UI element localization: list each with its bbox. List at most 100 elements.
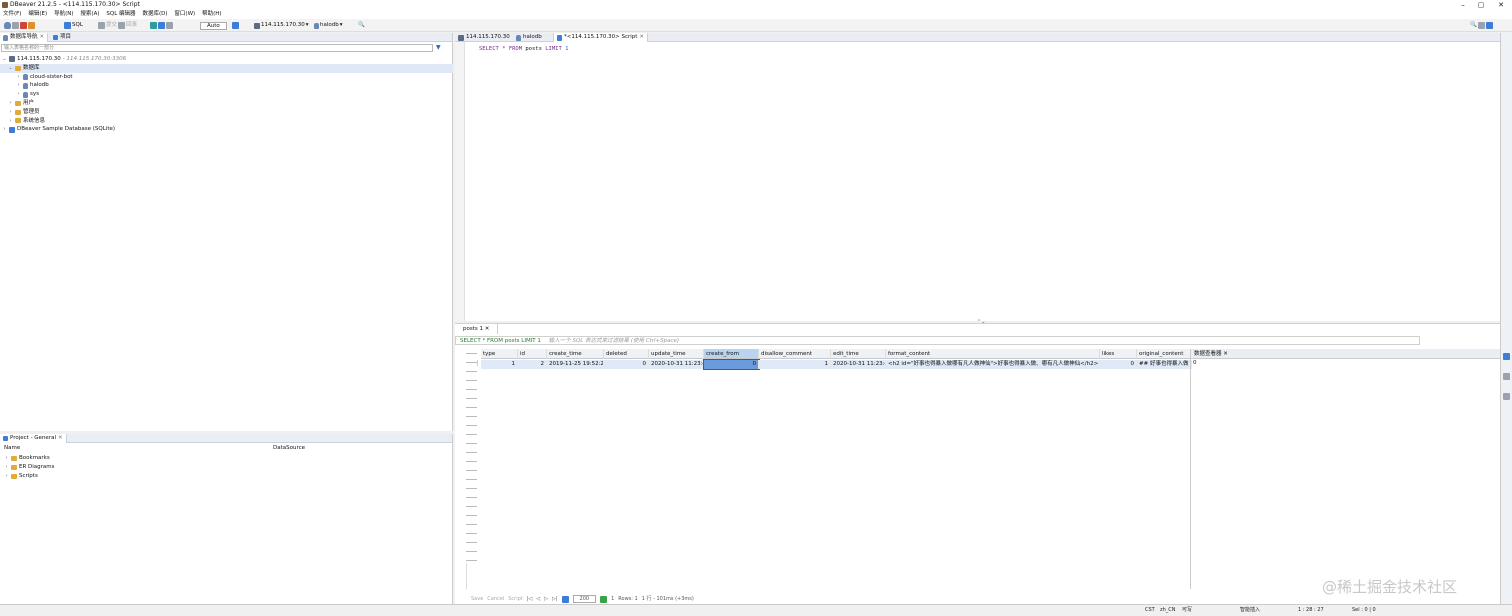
refresh-icon[interactable]	[158, 22, 165, 29]
new-connection-icon[interactable]	[4, 22, 11, 29]
column-header-edit-time[interactable]: edit_time	[831, 349, 886, 359]
tab-database-navigator[interactable]: 数据库导航 ✕	[0, 33, 49, 42]
column-header-disallow-comment[interactable]: disallow_comment	[759, 349, 831, 359]
menu-edit[interactable]: 编辑(E)	[28, 10, 47, 19]
next-page-icon[interactable]: ▷	[544, 594, 548, 604]
save-button[interactable]: Save	[471, 594, 483, 604]
connect-icon[interactable]	[12, 22, 19, 29]
last-page-icon[interactable]: ▷|	[552, 594, 558, 604]
cell-edit-time[interactable]: 2020-10-31 11:23:40	[831, 360, 886, 369]
sql-text[interactable]: SELECT * FROM posts LIMIT 1	[479, 46, 568, 52]
column-header-update-time[interactable]: update_time	[649, 349, 704, 359]
filter-icon[interactable]: ▼	[436, 44, 441, 51]
editor-gutter	[455, 42, 465, 321]
project-item-scripts[interactable]: › Scripts	[4, 473, 38, 479]
rollback-icon[interactable]	[118, 22, 126, 29]
cell-id[interactable]: 2	[518, 360, 547, 369]
sql-button[interactable]: SQL	[72, 21, 83, 30]
column-header-create-time[interactable]: create_time	[547, 349, 604, 359]
cell-deleted[interactable]: 0	[604, 360, 649, 369]
project-item-er-diagrams[interactable]: › ER Diagrams	[4, 464, 55, 470]
menu-search[interactable]: 搜索(A)	[80, 10, 99, 19]
tree-item-db-sys[interactable]: › sys	[0, 90, 453, 99]
properties-icon[interactable]	[1503, 373, 1510, 380]
transaction-mode-icon[interactable]	[150, 22, 157, 29]
results-filter-input[interactable]: SELECT * FROM posts LIMIT 1 输入一个 SQL 表达式…	[455, 336, 1420, 345]
cell-likes[interactable]: 0	[1100, 360, 1137, 369]
cell-create-from[interactable]: 0	[703, 359, 760, 370]
cell-type[interactable]: 1	[481, 360, 518, 369]
fetch-size-input[interactable]: 200	[572, 595, 597, 603]
value-viewer-panel: 数据查看器 ✕ 0	[1190, 349, 1500, 589]
tab-halodb[interactable]: halodb	[513, 33, 545, 42]
tree-item-databases[interactable]: ⌄ 数据库	[0, 63, 453, 73]
prev-page-icon[interactable]: ◁	[536, 594, 540, 604]
maximize-button[interactable]: ▢	[1474, 0, 1488, 10]
tree-item-system-info[interactable]: › 系统信息	[0, 117, 453, 126]
tab-project-general[interactable]: Project - General ✕	[0, 434, 67, 443]
project-panel: Project - General ✕ Name DataSource › Book…	[0, 434, 453, 604]
script-button[interactable]: Script	[508, 594, 523, 604]
sql-editor-icon[interactable]	[64, 22, 71, 29]
navigator-tree: ⌄ 114.115.170.30 - 114.115.170.30:3306 ⌄…	[0, 55, 453, 134]
cell-update-time[interactable]: 2020-10-31 11:23:40	[649, 360, 704, 369]
perspective-icon[interactable]	[1477, 22, 1485, 29]
fetch-size-icon[interactable]	[561, 595, 569, 603]
rollback-button[interactable]: 回滚	[126, 21, 137, 30]
tree-item-users[interactable]: › 用户	[0, 99, 453, 108]
active-database-select[interactable]: halodb	[320, 21, 339, 30]
cell-create-time[interactable]: 2019-11-25 19:52:29	[547, 360, 604, 369]
tab-projects[interactable]: 项目	[50, 33, 74, 42]
transaction-icon[interactable]	[28, 22, 35, 29]
menu-sql-editor[interactable]: SQL 编辑器	[106, 10, 135, 19]
tab-connection[interactable]: 114.115.170.30	[455, 33, 513, 42]
global-search-icon[interactable]: 🔍	[1470, 21, 1477, 30]
database-perspective-icon[interactable]	[1485, 22, 1493, 29]
tree-item-db-halodb[interactable]: › halodb	[0, 81, 453, 90]
cell-format-content[interactable]: <h2 id="好事也得暴入做哪有凡人做神仙">好事也得暴入做、哪有凡人做神仙<…	[886, 360, 1100, 369]
lock-icon[interactable]	[166, 22, 173, 29]
project-item-bookmarks[interactable]: › Bookmarks	[4, 455, 50, 461]
column-header-type[interactable]: type	[481, 349, 518, 359]
menu-help[interactable]: 帮助(H)	[202, 10, 221, 19]
column-header-likes[interactable]: likes	[1100, 349, 1137, 359]
tree-item-sample-database[interactable]: › DBeaver Sample Database (SQLite)	[0, 125, 453, 134]
close-button[interactable]: ✕	[1494, 0, 1508, 10]
search-icon[interactable]: 🔍	[358, 21, 365, 30]
tab-script[interactable]: *<114.115.170.30> Script ✕	[553, 33, 649, 42]
value-viewer-value[interactable]: 0	[1191, 359, 1500, 367]
outline-icon[interactable]	[1503, 393, 1510, 400]
column-header-original-content[interactable]: original_content	[1137, 349, 1192, 359]
history-icon[interactable]	[232, 22, 239, 29]
menu-database[interactable]: 数据库(D)	[142, 10, 167, 19]
value-viewer-title[interactable]: 数据查看器 ✕	[1191, 349, 1500, 359]
disconnect-icon[interactable]	[20, 22, 27, 29]
folder-icon	[11, 455, 17, 461]
column-datasource[interactable]: DataSource	[273, 445, 305, 451]
active-connection-select[interactable]: 114.115.170.30	[261, 21, 305, 30]
column-header-create-from[interactable]: create_from	[704, 349, 759, 359]
tree-item-administer[interactable]: › 管理员	[0, 108, 453, 117]
tree-item-connection[interactable]: ⌄ 114.115.170.30 - 114.115.170.30:3306	[0, 55, 453, 64]
navigator-filter-input[interactable]: 输入表格名称的一部分	[1, 44, 433, 52]
refresh-results-icon[interactable]	[600, 595, 608, 603]
panel-icon[interactable]	[1503, 353, 1510, 360]
tree-item-db-cloud-sister-bot[interactable]: › cloud-sister-bot	[0, 73, 453, 82]
column-header-deleted[interactable]: deleted	[604, 349, 649, 359]
minimize-button[interactable]: –	[1456, 0, 1470, 10]
commit-icon[interactable]	[98, 22, 105, 29]
autocommit-mode-select[interactable]: Auto	[200, 21, 227, 30]
cancel-button[interactable]: Cancel	[487, 594, 504, 604]
commit-button[interactable]: 提交	[106, 21, 117, 30]
column-name[interactable]: Name	[4, 445, 20, 451]
first-page-icon[interactable]: |◁	[527, 594, 533, 604]
cell-original-content[interactable]: ## 好事也得暴入做	[1137, 360, 1192, 369]
column-header-id[interactable]: id	[518, 349, 547, 359]
menu-window[interactable]: 窗口(W)	[174, 10, 195, 19]
cell-disallow-comment[interactable]: 1	[759, 360, 831, 369]
column-header-format-content[interactable]: format_content	[886, 349, 1100, 359]
menu-navigate[interactable]: 导航(N)	[54, 10, 73, 19]
main-toolbar: SQL 提交 回滚 Auto 114.115.170.30 ▾ halodb ▾…	[0, 19, 1512, 32]
tab-results-posts[interactable]: posts 1 ✕	[455, 324, 499, 334]
menu-file[interactable]: 文件(F)	[3, 10, 21, 19]
